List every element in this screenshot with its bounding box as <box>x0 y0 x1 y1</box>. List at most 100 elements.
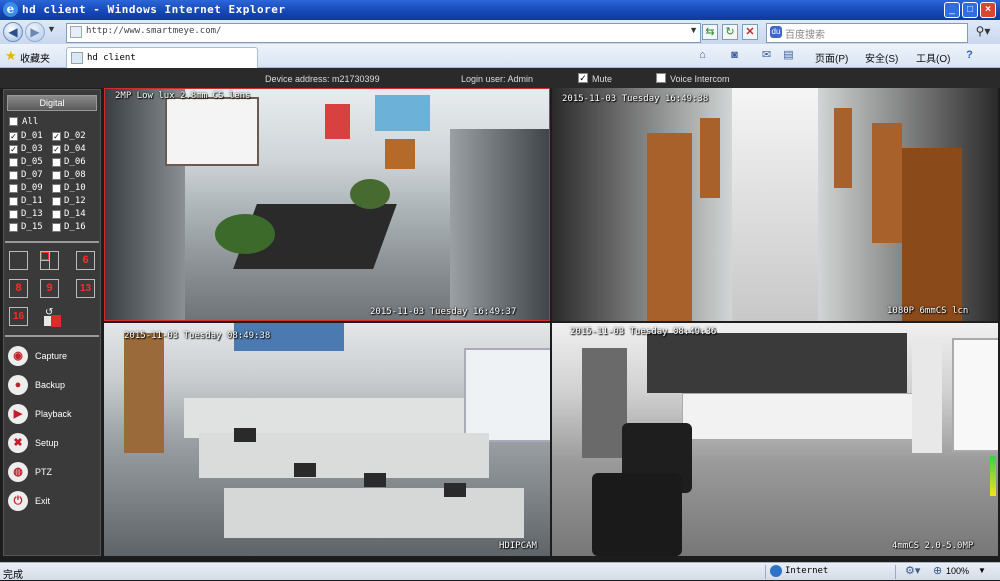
ptz-label: PTZ <box>35 467 52 477</box>
recent-pages-chevron-down-icon[interactable]: ▼ <box>47 24 56 34</box>
backup-label: Backup <box>35 380 66 390</box>
search-placeholder: 百度搜索 <box>785 30 825 41</box>
baidu-logo-icon: du <box>770 26 782 38</box>
channel-label: D_14 <box>64 209 86 219</box>
playback-label: Playback <box>35 409 72 419</box>
all-checkbox[interactable] <box>9 117 18 126</box>
exit-button[interactable]: ⏻ Exit <box>8 490 98 512</box>
zoom-level[interactable]: 100% <box>946 566 969 576</box>
channel-label: D_13 <box>21 209 43 219</box>
zoom-icon[interactable]: ⊕ <box>933 564 942 577</box>
minimize-button[interactable]: _ <box>944 2 960 18</box>
channel-checkbox[interactable] <box>52 210 61 219</box>
setup-icon: ✖ <box>8 433 28 453</box>
forward-button[interactable]: ▶ <box>25 22 45 42</box>
right-wall <box>450 129 549 320</box>
wall-poster <box>375 95 430 131</box>
stop-icon[interactable]: ✕ <box>742 24 758 40</box>
home-icon[interactable]: ⌂ <box>696 49 709 62</box>
camera-4-timestamp: 2015-11-03 Tuesday 08:49:36 <box>570 327 717 337</box>
dvr-client-app: Device address: m21730399 Login user: Ad… <box>0 68 1000 562</box>
exit-label: Exit <box>35 496 51 506</box>
camera-view-3[interactable]: 2015-11-03 Tuesday 08:49:38 HDIPCAM <box>104 323 550 556</box>
camera-view-2[interactable]: 2015-11-03 Tuesday 16:49:38 1080P 6mmCS … <box>552 88 998 321</box>
channel-checkbox[interactable]: ✓ <box>9 132 18 141</box>
layout-8-button[interactable]: 8 <box>9 279 28 298</box>
ie-logo-icon: e <box>3 2 18 17</box>
channel-checkbox[interactable] <box>9 223 18 232</box>
channel-checkbox[interactable]: ✓ <box>52 132 61 141</box>
protected-mode-icon[interactable]: ⚙▾ <box>905 564 920 577</box>
zoom-dropdown-icon[interactable]: ▼ <box>978 566 986 575</box>
channel-checkbox[interactable] <box>52 158 61 167</box>
channel-checkbox[interactable] <box>52 223 61 232</box>
layout-9-button[interactable]: 9 <box>40 279 59 298</box>
cabinet <box>682 393 914 440</box>
channel-checkbox[interactable] <box>52 171 61 180</box>
compatibility-view-icon[interactable]: ⇆ <box>702 24 718 40</box>
channel-checkbox[interactable] <box>9 197 18 206</box>
capture-label: Capture <box>35 351 68 361</box>
layout-6-button[interactable]: 6 <box>76 251 95 270</box>
refresh-icon[interactable]: ↻ <box>722 24 738 40</box>
page-menu[interactable]: 页面(P) <box>815 50 848 65</box>
channel-checkbox[interactable] <box>9 184 18 193</box>
favorites-button[interactable]: 收藏夹 <box>20 50 50 65</box>
monitor <box>234 428 256 442</box>
close-button[interactable]: × <box>980 2 996 18</box>
channel-checkbox[interactable] <box>9 210 18 219</box>
channel-label: D_07 <box>21 170 43 180</box>
layout-4-button[interactable] <box>40 251 59 270</box>
feeds-icon[interactable]: ◙ <box>728 49 741 62</box>
tools-menu[interactable]: 工具(O) <box>916 50 950 65</box>
channel-checkbox[interactable]: ✓ <box>9 145 18 154</box>
favorites-star-icon[interactable]: ★ <box>5 48 17 64</box>
divider <box>5 241 99 243</box>
channel-checkbox[interactable] <box>9 158 18 167</box>
corridor-floor <box>732 88 818 321</box>
address-input[interactable]: http://www.smartmeye.com/ ▼ <box>66 23 701 43</box>
voice-intercom-checkbox[interactable] <box>656 73 666 83</box>
back-button[interactable]: ◀ <box>3 22 23 42</box>
login-user: Login user: Admin <box>461 74 534 84</box>
layout-1-button[interactable] <box>9 251 28 270</box>
url-text[interactable]: http://www.smartmeye.com/ <box>86 26 221 36</box>
search-icon[interactable]: ⚲▾ <box>969 23 997 41</box>
backup-button[interactable]: ● Backup <box>8 374 98 396</box>
ptz-button[interactable]: ◍ PTZ <box>8 461 98 483</box>
browser-tab[interactable]: hd client <box>66 47 258 69</box>
mute-checkbox[interactable]: ✓ <box>578 73 588 83</box>
doorway <box>165 97 259 166</box>
maximize-button[interactable]: □ <box>962 2 978 18</box>
wall-poster <box>325 104 350 139</box>
ptz-icon: ◍ <box>8 462 28 482</box>
rotate-layout-icon[interactable]: ↺ <box>41 307 63 327</box>
setup-label: Setup <box>35 438 59 448</box>
setup-button[interactable]: ✖ Setup <box>8 432 98 454</box>
camera-view-1[interactable]: 2MP Low lux 2.8mm CS lens 2015-11-03 Tue… <box>104 88 550 321</box>
playback-button[interactable]: ▶ Playback <box>8 403 98 425</box>
tab-digital[interactable]: Digital <box>7 95 97 111</box>
window-title: hd client - Windows Internet Explorer <box>22 3 286 16</box>
print-icon[interactable]: ▤ <box>782 49 795 62</box>
mail-icon[interactable]: ✉ <box>760 49 773 62</box>
layout-13-button[interactable]: 13 <box>76 279 95 298</box>
camera-3-timestamp: 2015-11-03 Tuesday 08:49:38 <box>124 331 271 341</box>
display-wall <box>647 333 907 393</box>
capture-button[interactable]: ◉ Capture <box>8 345 98 367</box>
channel-checkbox[interactable] <box>52 197 61 206</box>
air-conditioner <box>912 343 942 453</box>
address-dropdown-icon[interactable]: ▼ <box>689 25 698 35</box>
search-input[interactable]: du 百度搜索 <box>766 23 968 43</box>
channel-checkbox[interactable] <box>52 184 61 193</box>
channel-checkbox[interactable]: ✓ <box>52 145 61 154</box>
camera-view-4[interactable]: 2015-11-03 Tuesday 08:49:36 4mmCS 2.0-5.… <box>552 323 998 556</box>
channel-checkbox[interactable] <box>9 171 18 180</box>
door <box>124 333 164 453</box>
mute-label: Mute <box>592 74 613 84</box>
channel-label: D_05 <box>21 157 43 167</box>
safety-menu[interactable]: 安全(S) <box>865 50 898 65</box>
layout-16-button[interactable]: 16 <box>9 307 28 326</box>
channel-label: D_03 <box>21 144 43 154</box>
help-icon[interactable]: ? <box>963 49 976 62</box>
